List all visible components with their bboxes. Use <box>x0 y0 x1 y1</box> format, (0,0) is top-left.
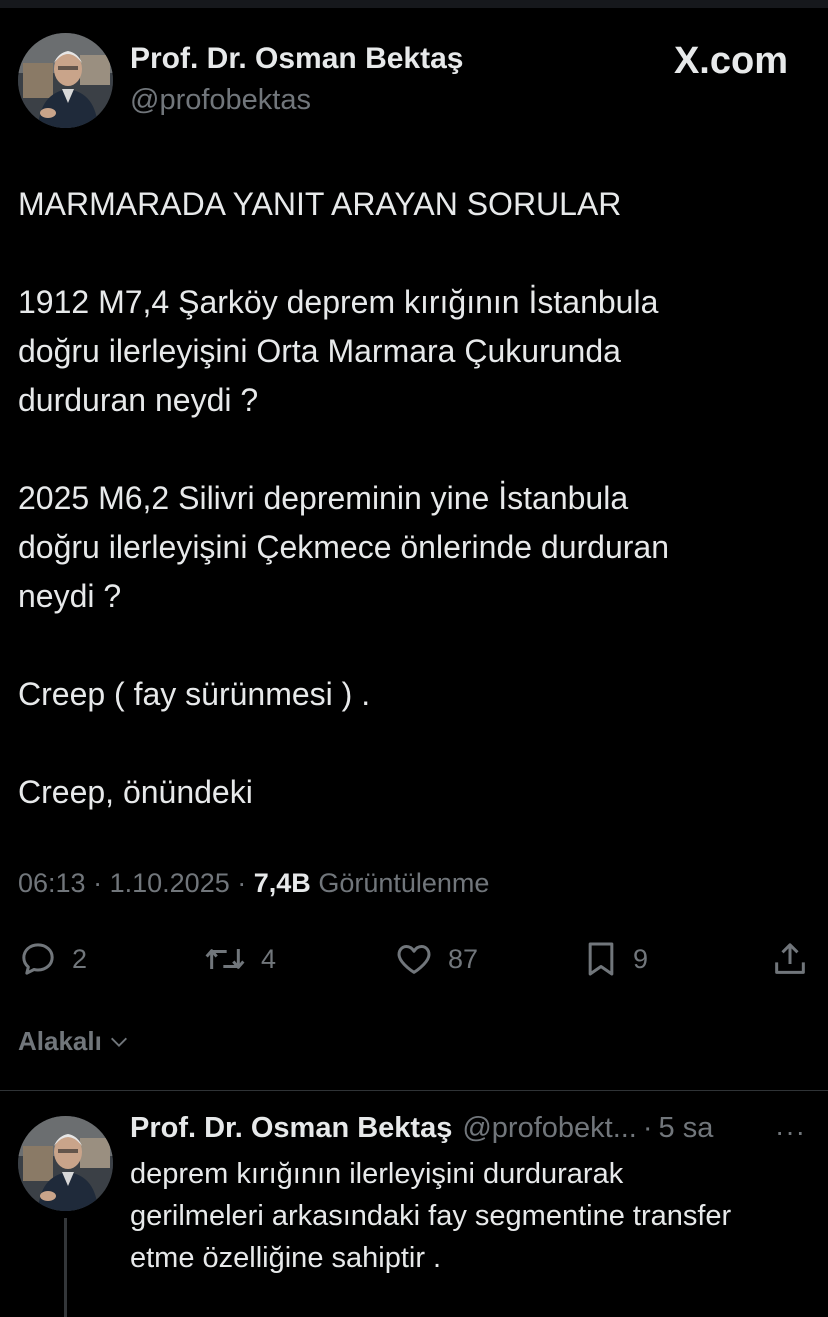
like-button[interactable]: 87 <box>394 934 478 984</box>
tweet-text: MARMARADA YANIT ARAYAN SORULAR 1912 M7,4… <box>18 180 808 817</box>
reply-separator: · <box>642 1112 653 1144</box>
reply-author-avatar[interactable] <box>18 1116 113 1211</box>
reply-header: Prof. Dr. Osman Bektaş @profobekt... · 5… <box>130 1112 713 1145</box>
action-bar: 2 4 87 9 <box>0 934 828 984</box>
views-count: 7,4B <box>253 868 311 898</box>
bookmark-button[interactable]: 9 <box>583 934 648 984</box>
tweet-meta: 06:13 · 1.10.2025 · 7,4B Görüntülenme <box>18 868 489 899</box>
repost-button[interactable]: 4 <box>203 934 276 984</box>
meta-separator: · <box>93 868 103 898</box>
chevron-down-icon <box>110 1037 127 1047</box>
reply-button[interactable]: 2 <box>18 934 87 984</box>
like-count: 87 <box>448 943 479 974</box>
share-button[interactable] <box>770 934 810 984</box>
share-icon <box>775 943 805 974</box>
reply-time[interactable]: 5 sa <box>659 1112 714 1145</box>
views-label: Görüntülenme <box>318 868 490 898</box>
reply-line: gerilmeleri arkasındaki fay segmentine t… <box>130 1200 732 1232</box>
reply-count: 2 <box>72 943 88 974</box>
tweet-date[interactable]: 1.10.2025 <box>110 868 230 898</box>
tweet-line: 2025 M6,2 Silivri depreminin yine İstanb… <box>18 480 629 516</box>
bookmark-count: 9 <box>633 943 649 974</box>
author-handle[interactable]: @profobektas <box>130 84 311 117</box>
tweet-line: doğru ilerleyişini Çekmece önlerinde dur… <box>18 529 670 565</box>
reply-author-handle[interactable]: @profobekt... <box>462 1112 637 1145</box>
tweet-line: Creep ( fay sürünmesi ) . <box>18 676 371 712</box>
avatar-photo-icon <box>18 1116 113 1211</box>
divider <box>0 1090 828 1091</box>
reply-text: deprem kırığının ilerleyişini durdurarak… <box>130 1153 820 1279</box>
avatar-photo-icon <box>18 33 113 128</box>
tweet-line: MARMARADA YANIT ARAYAN SORULAR <box>18 186 622 222</box>
thread-line <box>64 1218 67 1317</box>
bookmark-icon <box>588 942 614 976</box>
related-sort-dropdown[interactable]: Alakalı <box>18 1026 130 1057</box>
top-bar <box>0 0 828 8</box>
reply-icon <box>22 943 54 975</box>
tweet-line: Creep, önündeki <box>18 774 253 810</box>
more-options-button[interactable]: ··· <box>775 1116 806 1148</box>
heart-icon <box>397 945 431 974</box>
tweet-line: durduran neydi ? <box>18 382 259 418</box>
tweet-line: neydi ? <box>18 578 122 614</box>
reply-line: deprem kırığının ilerleyişini durdurarak <box>130 1158 624 1190</box>
x-com-logo: X.com <box>673 40 788 82</box>
reply-author-name[interactable]: Prof. Dr. Osman Bektaş <box>130 1112 452 1145</box>
repost-count: 4 <box>261 943 277 974</box>
tweet-time[interactable]: 06:13 <box>18 868 86 898</box>
reply-line: etme özelliğine sahiptir . <box>130 1242 442 1274</box>
author-avatar[interactable] <box>18 33 113 128</box>
meta-separator: · <box>237 868 247 898</box>
tweet-line: 1912 M7,4 Şarköy deprem kırığının İstanb… <box>18 284 659 320</box>
repost-icon <box>205 949 245 969</box>
related-label: Alakalı <box>18 1026 102 1056</box>
tweet-line: doğru ilerleyişini Orta Marmara Çukurund… <box>18 333 621 369</box>
author-name[interactable]: Prof. Dr. Osman Bektaş <box>130 42 463 76</box>
